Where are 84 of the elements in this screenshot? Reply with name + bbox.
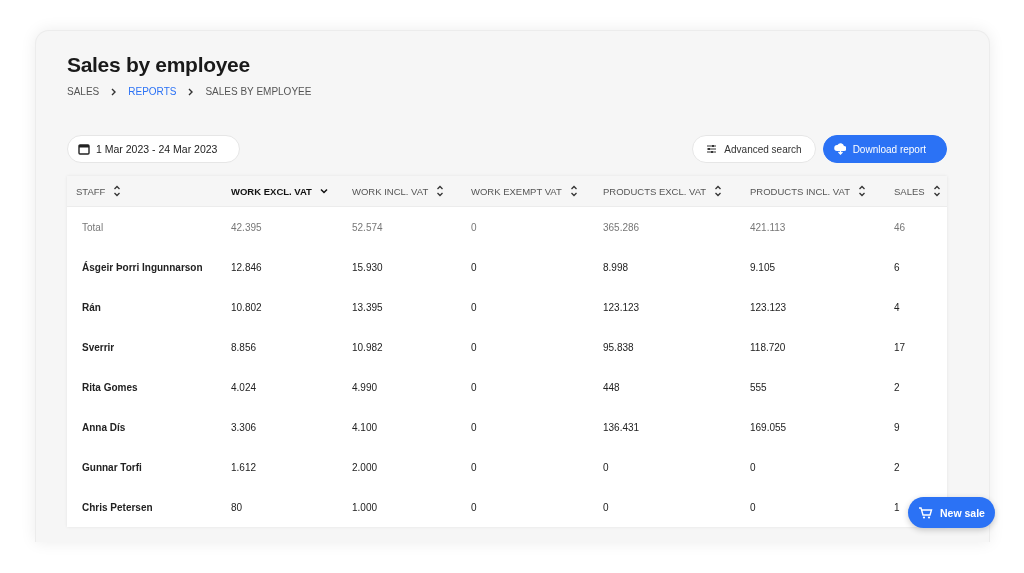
column-header[interactable]: PRODUCTS INCL. VAT: [742, 185, 886, 197]
table-cell: 0: [603, 461, 609, 473]
breadcrumb-item: SALES BY EMPLOYEE: [205, 86, 312, 97]
table-cell: 17: [894, 341, 906, 353]
staff-name: Gunnar Torfi: [82, 461, 142, 473]
table-cell: 3.306: [231, 421, 257, 433]
sort-icon: [857, 185, 866, 197]
sort-icon: [714, 185, 723, 197]
table-cell: 10.802: [231, 301, 262, 313]
table-cell: 10.982: [352, 341, 383, 353]
column-header[interactable]: SALES: [886, 185, 947, 197]
table-cell: 9: [894, 421, 900, 433]
table-cell: 0: [471, 461, 477, 473]
table-cell: 95.838: [603, 341, 634, 353]
calendar-icon: [78, 143, 90, 155]
table-cell: 4: [894, 301, 900, 313]
staff-name: Rita Gomes: [82, 381, 138, 393]
table-cell: 0: [471, 261, 477, 273]
chevron-icon: [110, 87, 118, 96]
table-cell: 80: [231, 501, 243, 513]
table-cell: 1.000: [352, 501, 378, 513]
table-cell: 0: [471, 341, 477, 353]
total-label: Total: [82, 221, 104, 233]
column-header[interactable]: WORK EXCL. VAT: [223, 185, 344, 197]
cloud-icon: [833, 143, 846, 155]
sort-icon: [113, 185, 122, 197]
table-cell: 4.024: [231, 381, 257, 393]
table-cell: 8.856: [231, 341, 257, 353]
column-header[interactable]: STAFF: [67, 185, 223, 197]
table-cell: 6: [894, 261, 900, 273]
table-cell: 448: [603, 381, 620, 393]
table-cell: 46: [894, 221, 906, 233]
cart-icon: [918, 506, 933, 519]
advanced-search-button[interactable]: Advanced search: [692, 135, 816, 163]
breadcrumb-item: SALES: [67, 86, 100, 97]
table-cell: 0: [471, 221, 477, 233]
table-cell: 123.123: [750, 301, 787, 313]
table-cell: 1.612: [231, 461, 257, 473]
table-cell: 365.286: [603, 221, 640, 233]
table-cell: 2: [894, 461, 900, 473]
table-cell: 555: [750, 381, 767, 393]
staff-name: Sverrir: [82, 341, 115, 353]
table-cell: 0: [471, 421, 477, 433]
table-cell: 2: [894, 381, 900, 393]
download-button[interactable]: Download report: [822, 135, 947, 163]
table-cell: 13.395: [352, 301, 383, 313]
table-cell: 12.846: [231, 261, 262, 273]
sort-down-icon: [319, 188, 328, 194]
staff-name: Chris Petersen: [82, 501, 153, 513]
staff-name: Anna Dís: [82, 421, 126, 433]
column-header[interactable]: PRODUCTS EXCL. VAT: [595, 185, 742, 197]
page-title: Sales by employee: [67, 53, 251, 77]
table-cell: 1: [894, 501, 900, 513]
table-cell: 0: [750, 501, 756, 513]
table-cell: 0: [471, 381, 477, 393]
staff-name: Ásgeir Þorri Ingunnarson: [82, 261, 203, 273]
table-cell: 15.930: [352, 261, 383, 273]
staff-name: Rán: [82, 301, 101, 313]
table-cell: 8.998: [603, 261, 629, 273]
column-header[interactable]: WORK EXEMPT VAT: [463, 185, 595, 197]
sort-icon: [436, 185, 445, 197]
sort-icon: [932, 185, 941, 197]
table-cell: 0: [471, 501, 477, 513]
table-cell: 4.100: [352, 421, 378, 433]
table-cell: 0: [603, 501, 609, 513]
table-cell: 42.395: [231, 221, 262, 233]
filter-icon: [706, 144, 718, 154]
table-cell: 9.105: [750, 261, 776, 273]
table-cell: 2.000: [352, 461, 378, 473]
table-cell: 421.113: [750, 221, 786, 233]
table-cell: 169.055: [750, 421, 787, 433]
table-cell: 52.574: [352, 221, 383, 233]
new-sale-button[interactable]: New sale: [908, 497, 995, 528]
table-cell: 118.720: [750, 341, 786, 353]
breadcrumb-link[interactable]: REPORTS: [128, 86, 177, 97]
table-cell: 4.990: [352, 381, 378, 393]
column-header[interactable]: WORK INCL. VAT: [344, 185, 463, 197]
table-cell: 123.123: [603, 301, 640, 313]
table-cell: 0: [750, 461, 756, 473]
sort-icon: [569, 185, 578, 197]
table-cell: 0: [471, 301, 477, 313]
date-range-button[interactable]: 1 Mar 2023 - 24 Mar 2023: [67, 135, 241, 163]
chevron-icon: [187, 87, 195, 96]
table-cell: 136.431: [603, 421, 640, 433]
